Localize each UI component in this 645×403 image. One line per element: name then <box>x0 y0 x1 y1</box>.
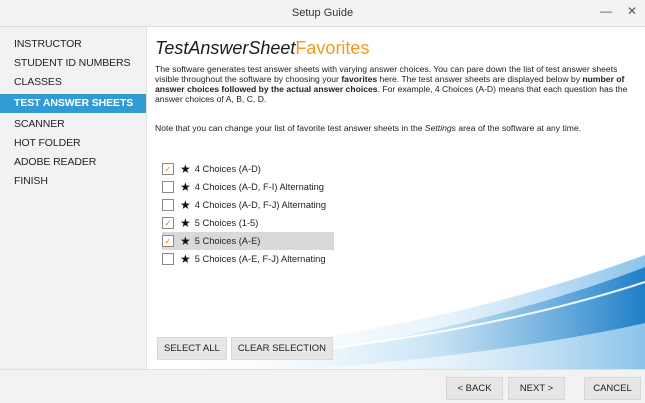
settings-note: Note that you can change your list of fa… <box>155 123 637 133</box>
window-title: Setup Guide <box>291 7 354 19</box>
star-icon: ★ <box>180 162 191 176</box>
star-icon: ★ <box>180 198 191 212</box>
selection-buttons: SELECT ALL CLEAR SELECTION <box>157 337 333 360</box>
star-icon: ★ <box>180 252 191 266</box>
sidebar-item-test-answer-sheets[interactable]: TEST ANSWER SHEETS <box>0 94 155 113</box>
choice-label: 5 Choices (A-E) <box>194 236 261 246</box>
close-button[interactable]: ✕ <box>625 4 639 18</box>
title-bar: Setup Guide — ✕ <box>0 0 645 27</box>
sidebar-item-adobe-reader[interactable]: ADOBE READER <box>0 153 146 172</box>
list-item-4-choices-a-d-f-j[interactable]: ★ 4 Choices (A-D, F-J) Alternating <box>162 196 334 214</box>
intro-text: The software generates test answer sheet… <box>155 64 637 104</box>
sidebar-item-instructor[interactable]: INSTRUCTOR <box>0 35 146 54</box>
note-part-2: area of the software at any time. <box>455 123 582 133</box>
star-icon: ★ <box>180 234 191 248</box>
page-title: TestAnswerSheetFavorites <box>155 38 369 59</box>
choice-label: 4 Choices (A-D) <box>194 164 261 174</box>
checkbox-checked[interactable]: ✓ <box>162 235 174 247</box>
star-icon: ★ <box>180 216 191 230</box>
choice-label: 4 Choices (A-D, F-J) Alternating <box>194 200 326 210</box>
window-controls: — ✕ <box>599 4 639 18</box>
footer-bar: < BACK NEXT > CANCEL <box>0 369 645 403</box>
list-item-4-choices-a-d[interactable]: ✓ ★ 4 Choices (A-D) <box>162 160 334 178</box>
choice-label: 5 Choices (1-5) <box>194 218 259 228</box>
choice-label: 4 Choices (A-D, F-I) Alternating <box>194 182 324 192</box>
checkbox-checked[interactable]: ✓ <box>162 217 174 229</box>
list-item-5-choices-1-5[interactable]: ✓ ★ 5 Choices (1-5) <box>162 214 334 232</box>
sidebar-item-finish[interactable]: FINISH <box>0 172 146 191</box>
answer-sheet-list: ✓ ★ 4 Choices (A-D) ★ 4 Choices (A-D, F-… <box>162 160 334 268</box>
intro-part-2: here. The test answer sheets are display… <box>377 74 583 84</box>
cancel-button[interactable]: CANCEL <box>584 377 641 400</box>
main-panel: TestAnswerSheetFavorites The software ge… <box>147 27 645 369</box>
select-all-button[interactable]: SELECT ALL <box>157 337 227 360</box>
sidebar-item-student-id-numbers[interactable]: STUDENT ID NUMBERS <box>0 54 146 73</box>
sidebar-item-scanner[interactable]: SCANNER <box>0 115 146 134</box>
checkbox-unchecked[interactable] <box>162 181 174 193</box>
list-item-5-choices-a-e-f-j[interactable]: ★ 5 Choices (A-E, F-J) Alternating <box>162 250 334 268</box>
page-title-accent: Favorites <box>295 38 370 58</box>
clear-selection-button[interactable]: CLEAR SELECTION <box>230 337 333 360</box>
note-italic: Settings <box>424 123 456 133</box>
list-item-5-choices-a-e[interactable]: ✓ ★ 5 Choices (A-E) <box>162 232 334 250</box>
checkbox-unchecked[interactable] <box>162 253 174 265</box>
back-button[interactable]: < BACK <box>446 377 503 400</box>
page-title-main: TestAnswerSheet <box>155 38 296 58</box>
choice-label: 5 Choices (A-E, F-J) Alternating <box>194 254 326 264</box>
checkbox-unchecked[interactable] <box>162 199 174 211</box>
sidebar-item-hot-folder[interactable]: HOT FOLDER <box>0 134 146 153</box>
intro-bold-1: favorites <box>341 74 378 84</box>
sidebar: INSTRUCTOR STUDENT ID NUMBERS CLASSES TE… <box>0 27 155 369</box>
star-icon: ★ <box>180 180 191 194</box>
sidebar-item-classes[interactable]: CLASSES <box>0 73 146 92</box>
minimize-button[interactable]: — <box>599 4 613 18</box>
next-button[interactable]: NEXT > <box>508 377 565 400</box>
checkbox-checked[interactable]: ✓ <box>162 163 174 175</box>
list-item-4-choices-a-d-f-i[interactable]: ★ 4 Choices (A-D, F-I) Alternating <box>162 178 334 196</box>
note-part-1: Note that you can change your list of fa… <box>155 123 425 133</box>
